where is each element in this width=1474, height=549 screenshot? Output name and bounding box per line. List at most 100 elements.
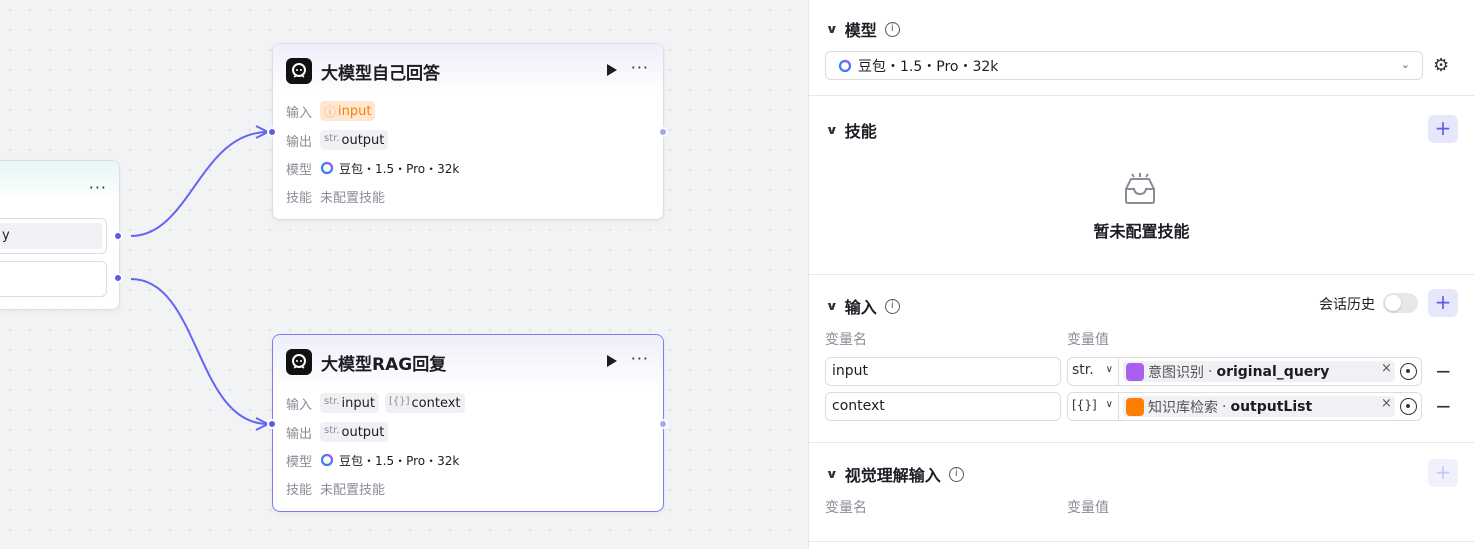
ref-separator: · (1208, 363, 1213, 380)
input-var-ref[interactable]: 意图识别 · original_query × (1118, 357, 1422, 386)
skills-empty-text: 暂未配置技能 (1093, 222, 1190, 241)
col-var-name: 变量名 (825, 332, 867, 348)
intent-branch-1: y (0, 218, 107, 254)
add-skill-button[interactable]: + (1428, 115, 1458, 143)
ref-chip: 知识库检索 · outputList × (1123, 396, 1395, 417)
input-tag: ⓘ input (320, 101, 376, 121)
more-icon[interactable]: ··· (89, 178, 107, 197)
node-skill-row: 技能 未配置技能 (286, 186, 385, 206)
add-input-button[interactable]: + (1428, 289, 1458, 317)
chat-history-label: 会话历史 (1319, 297, 1375, 313)
gear-icon[interactable]: ⚙ (1433, 55, 1449, 76)
model-value: 豆包・1.5・Pro・32k (320, 160, 459, 177)
skill-label: 技能 (286, 190, 313, 206)
output-label: 输出 (286, 134, 313, 150)
edge-to-node1 (130, 131, 269, 237)
input-var-name-field[interactable]: context (825, 392, 1061, 421)
type-select-value: [{}] (1072, 398, 1097, 412)
input-tag-text: input (338, 103, 372, 119)
vision-section-header[interactable]: ∨ 视觉理解输入 i (826, 462, 964, 486)
target-icon[interactable] (1400, 398, 1417, 415)
node-model-row: 模型 豆包・1.5・Pro・32k (286, 158, 459, 178)
chevron-down-icon[interactable]: ∨ (826, 299, 839, 313)
llm-bot-icon (286, 58, 312, 84)
model-select[interactable]: 豆包・1.5・Pro・32k ⌄ (825, 51, 1423, 80)
model-value: 豆包・1.5・Pro・32k (320, 452, 459, 469)
node1-input-port[interactable] (267, 127, 277, 137)
llm-node-rag-reply[interactable]: 大模型RAG回复 ··· 输入 str. input [{}] context … (272, 334, 664, 512)
node2-input-port[interactable] (267, 419, 277, 429)
output-port-1[interactable] (113, 231, 123, 241)
info-icon[interactable]: i (884, 21, 900, 37)
clear-icon[interactable]: × (1381, 396, 1392, 411)
intent-node-icon (1126, 362, 1144, 381)
chevron-down-icon[interactable]: ∨ (826, 123, 839, 137)
output-tag: str. output (320, 130, 389, 150)
ref-separator: · (1222, 398, 1227, 415)
ref-source-field: original_query (1216, 363, 1330, 380)
node1-output-port[interactable] (658, 127, 668, 137)
type-array-object: [{}] (388, 395, 410, 407)
chat-history-toggle[interactable] (1383, 293, 1418, 313)
model-section-title: 模型 (844, 21, 877, 40)
skills-section: ∨ 技能 + 暂未配置技能 (809, 96, 1474, 275)
remove-row-button[interactable]: − (1435, 394, 1452, 418)
input-tag-text: input (341, 395, 375, 411)
chevron-down-icon: ⌄ (1400, 58, 1410, 71)
workflow-canvas[interactable]: ··· y 大模型自己回答 ··· 输入 ⓘ input 输出 str. out… (0, 0, 808, 549)
info-icon[interactable]: i (884, 298, 900, 314)
input-tag: str. input (320, 393, 379, 413)
node-title: 大模型RAG回复 (321, 355, 447, 375)
clear-icon[interactable]: × (1381, 361, 1392, 376)
doubao-logo-icon (320, 161, 334, 175)
intent-node-partial[interactable]: ··· y (0, 160, 120, 310)
chevron-down-icon[interactable]: ∨ (826, 467, 839, 481)
node-model-row: 模型 豆包・1.5・Pro・32k (286, 450, 459, 470)
output-port-2[interactable] (113, 273, 123, 283)
inputs-section-title: 输入 (844, 298, 877, 317)
input-var-type-select[interactable]: [{}] ∨ (1067, 392, 1119, 421)
add-vision-input-button[interactable]: + (1428, 459, 1458, 487)
node-output-row: 输出 str. output (286, 422, 389, 442)
intent-branch-2 (0, 261, 107, 297)
remove-row-button[interactable]: − (1435, 359, 1452, 383)
vision-input-section: ∨ 视觉理解输入 i + 变量名 变量值 (809, 443, 1474, 542)
node-input-row: 输入 str. input [{}] context (286, 393, 465, 413)
doubao-logo-icon (320, 453, 334, 467)
skill-value: 未配置技能 (320, 190, 386, 206)
type-str: str. (324, 424, 340, 436)
node-title: 大模型自己回答 (321, 64, 440, 84)
model-value-text: 豆包・1.5・Pro・32k (339, 453, 460, 468)
vision-section-title: 视觉理解输入 (844, 466, 941, 485)
llm-bot-icon (286, 349, 312, 375)
col-var-value: 变量值 (1067, 500, 1109, 516)
model-section-header[interactable]: ∨ 模型 i (826, 17, 900, 41)
ref-chip: 意图识别 · original_query × (1123, 361, 1395, 382)
more-icon[interactable]: ··· (631, 58, 649, 77)
doubao-logo-icon (838, 59, 852, 72)
type-str: str. (324, 395, 340, 407)
target-icon[interactable] (1400, 363, 1417, 380)
model-value-text: 豆包・1.5・Pro・32k (339, 161, 460, 176)
inputs-section-header[interactable]: ∨ 输入 i (826, 294, 900, 318)
ref-source-field: outputList (1230, 398, 1313, 415)
input-var-name-field[interactable]: input (825, 357, 1061, 386)
input-var-type-select[interactable]: str. ∨ (1067, 357, 1119, 386)
chevron-down-icon[interactable]: ∨ (826, 22, 839, 36)
model-select-value: 豆包・1.5・Pro・32k (858, 58, 999, 75)
more-icon[interactable]: ··· (631, 349, 649, 368)
model-label: 模型 (286, 162, 313, 178)
output-tag: str. output (320, 422, 389, 442)
warning-icon: ⓘ (324, 104, 337, 119)
output-label: 输出 (286, 426, 313, 442)
play-icon[interactable] (607, 64, 617, 76)
skills-section-header[interactable]: ∨ 技能 (826, 118, 877, 142)
info-icon[interactable]: i (948, 466, 964, 482)
llm-node-self-answer[interactable]: 大模型自己回答 ··· 输入 ⓘ input 输出 str. output 模型… (272, 43, 664, 220)
model-label: 模型 (286, 454, 313, 470)
col-var-name: 变量名 (825, 500, 867, 516)
node2-output-port[interactable] (658, 419, 668, 429)
input-var-ref[interactable]: 知识库检索 · outputList × (1118, 392, 1422, 421)
play-icon[interactable] (607, 355, 617, 367)
skill-label: 技能 (286, 482, 313, 498)
